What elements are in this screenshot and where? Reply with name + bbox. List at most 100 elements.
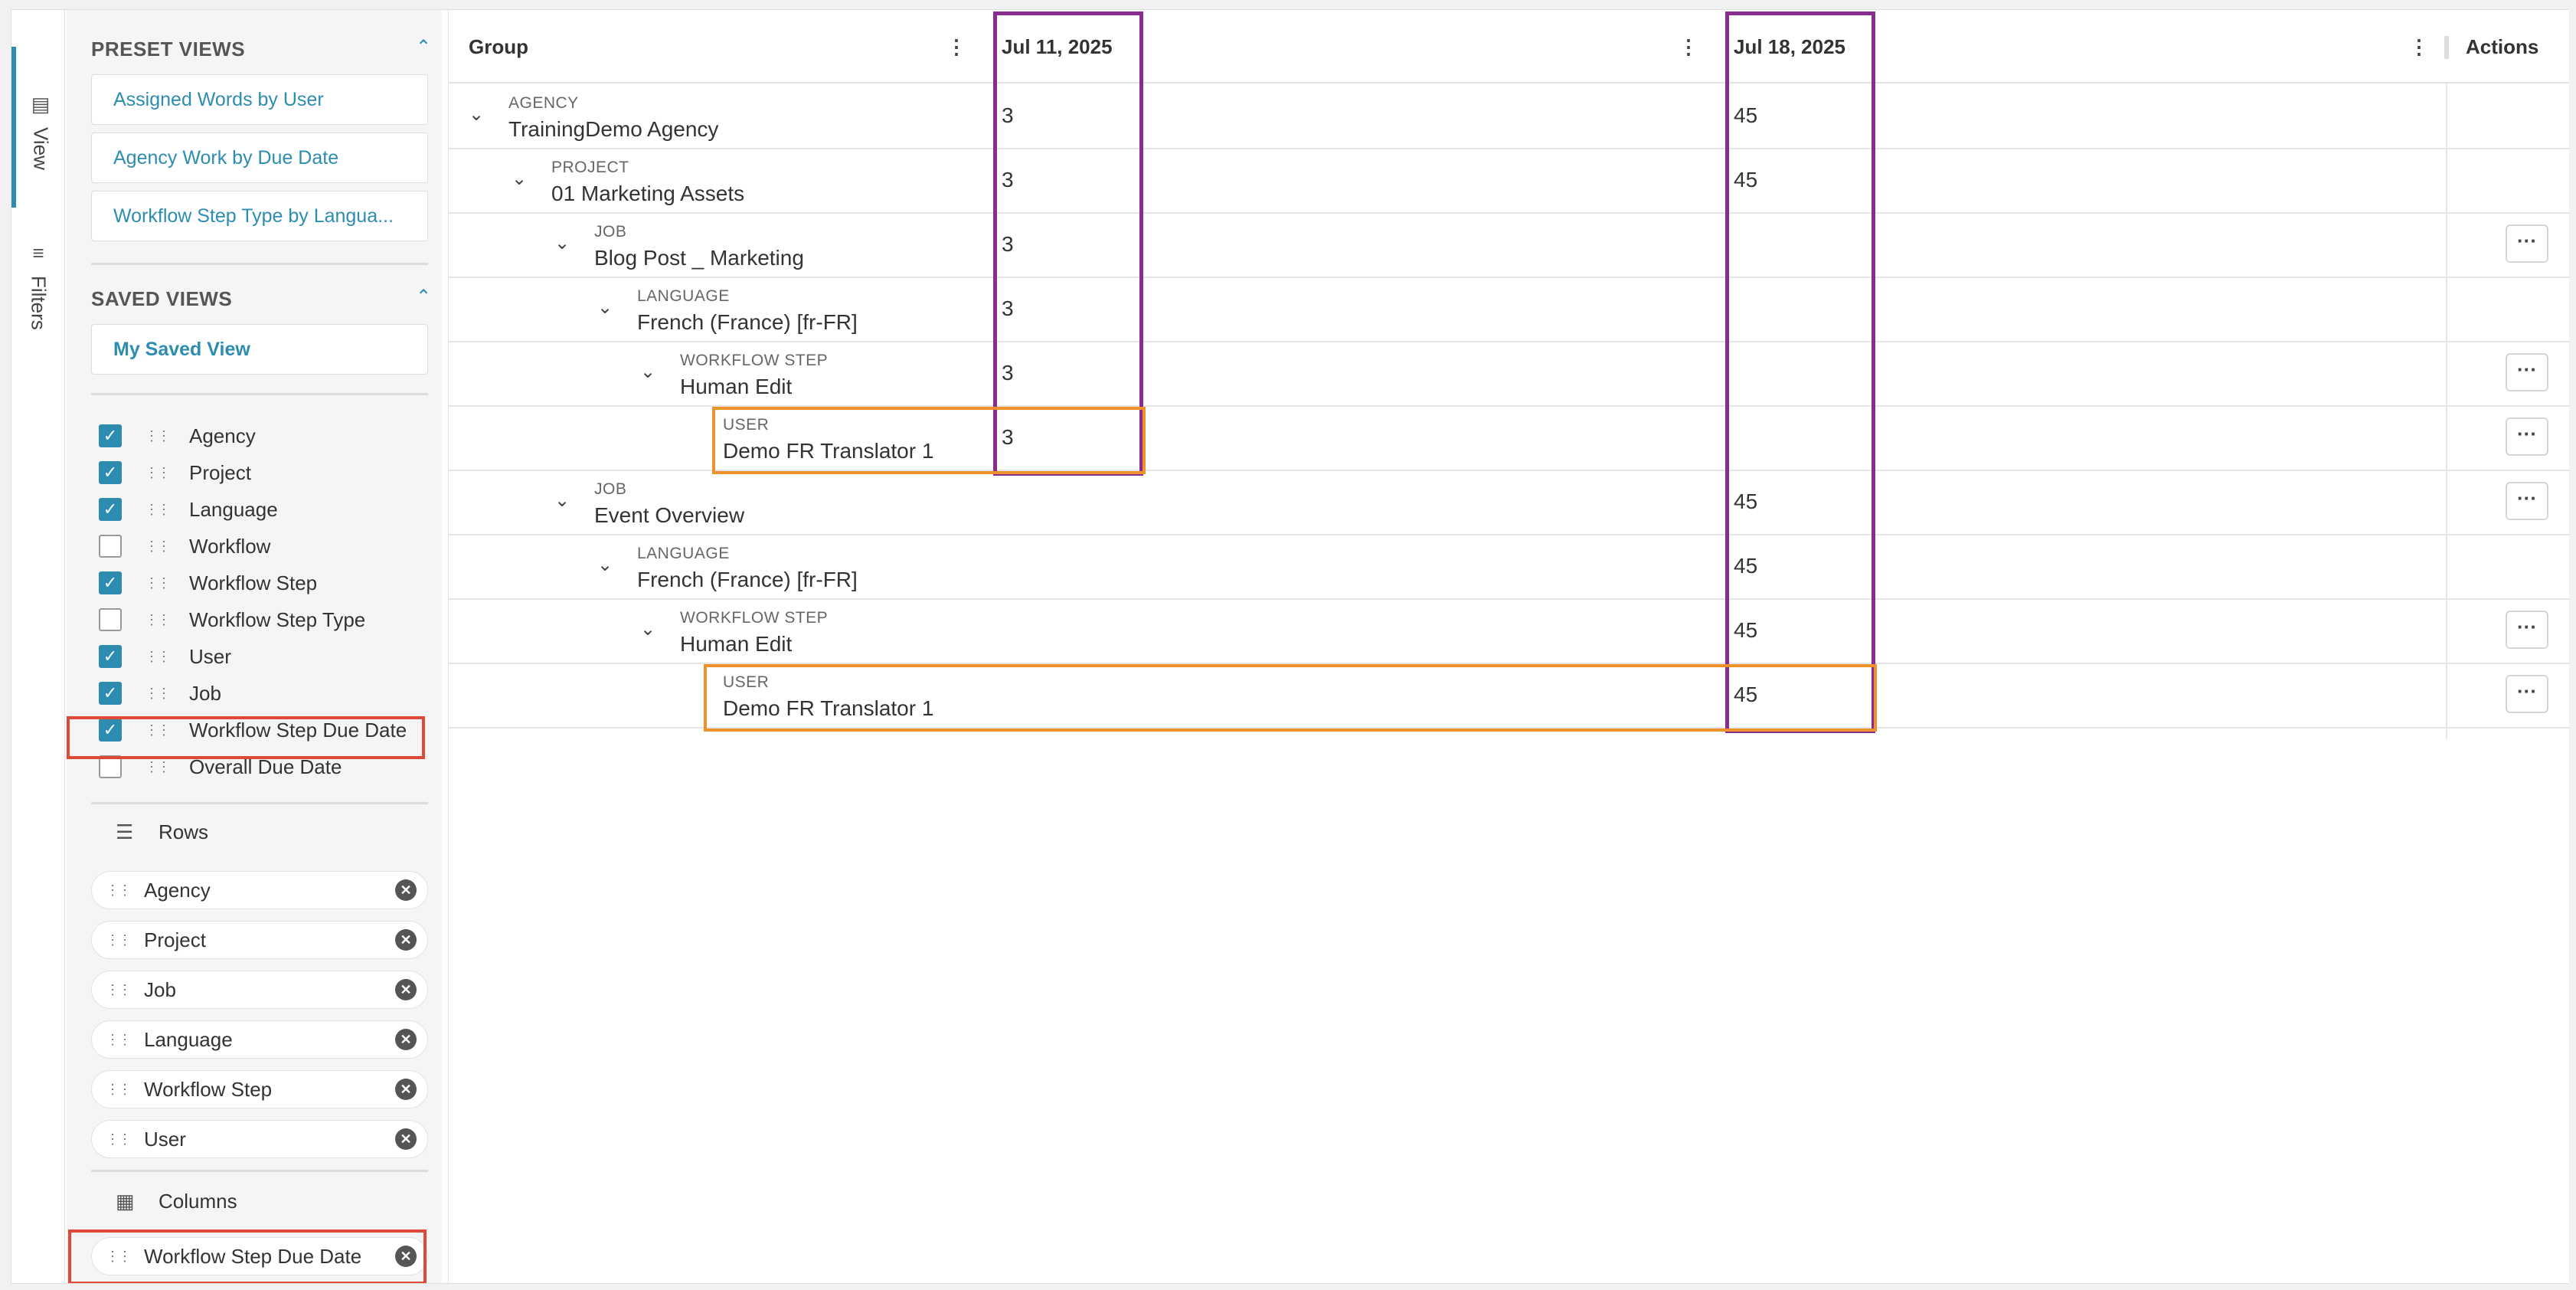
checkbox[interactable]: ✓ <box>99 498 122 521</box>
view-config-panel: PRESET VIEWS ⌃ Assigned Words by User Ag… <box>67 10 442 1283</box>
drag-handle-icon[interactable]: ⋮⋮ <box>145 502 171 518</box>
table-row[interactable]: ⌄ JOB Blog Post _ Marketing 3 ··· <box>449 214 2570 278</box>
row-type-label: AGENCY <box>508 94 579 112</box>
remove-icon[interactable]: ✕ <box>395 929 417 951</box>
preset-view-item[interactable]: Agency Work by Due Date <box>91 133 428 183</box>
table-row[interactable]: ⌄ WORKFLOW STEP Human Edit 45 ··· <box>449 600 2570 664</box>
remove-icon[interactable]: ✕ <box>395 979 417 1000</box>
row-actions-button[interactable]: ··· <box>2506 482 2548 520</box>
row-pill[interactable]: ⋮⋮ Language ✕ <box>91 1020 428 1059</box>
preset-view-item[interactable]: Workflow Step Type by Langua... <box>91 191 428 241</box>
row-pill-label: Agency <box>144 878 211 902</box>
drag-handle-icon[interactable]: ⋮⋮ <box>106 982 139 998</box>
drag-handle-icon[interactable]: ⋮⋮ <box>145 759 171 775</box>
drag-handle-icon[interactable]: ⋮⋮ <box>106 1032 139 1048</box>
row-type-label: WORKFLOW STEP <box>680 352 829 369</box>
row-pill[interactable]: ⋮⋮ Project ✕ <box>91 921 428 959</box>
row-pill-label: User <box>144 1127 186 1151</box>
table-row[interactable]: ⌄ LANGUAGE French (France) [fr-FR] 3 <box>449 278 2570 342</box>
header-group[interactable]: Group <box>469 10 528 83</box>
field-option[interactable]: ⋮⋮ Workflow Step Type <box>99 604 365 635</box>
drag-handle-icon[interactable]: ⋮⋮ <box>106 1082 139 1098</box>
column-menu-icon[interactable]: ⋮ <box>946 10 966 83</box>
pivot-grid: Group ⋮ Jul 11, 2025 ⋮ Jul 18, 2025 ⋮ Ac… <box>448 10 2570 1283</box>
saved-view-item[interactable]: My Saved View <box>91 324 428 375</box>
field-option[interactable]: ⋮⋮ Workflow <box>99 531 270 562</box>
checkbox[interactable]: ✓ <box>99 682 122 705</box>
chevron-up-icon[interactable]: ⌃ <box>416 286 431 308</box>
highlight-box-red <box>67 716 425 759</box>
field-option[interactable]: ✓ ⋮⋮ Language <box>99 494 278 525</box>
side-rail: ▤ View ≡ Filters <box>11 10 65 1283</box>
row-actions-button[interactable]: ··· <box>2506 611 2548 649</box>
remove-icon[interactable]: ✕ <box>395 1079 417 1100</box>
highlight-box-orange <box>712 407 1146 474</box>
row-pill[interactable]: ⋮⋮ User ✕ <box>91 1120 428 1158</box>
checkbox[interactable]: ✓ <box>99 424 122 447</box>
tab-filters[interactable]: ≡ Filters <box>11 232 65 347</box>
chevron-down-icon[interactable]: ⌄ <box>597 554 613 576</box>
table-row[interactable]: ⌄ JOB Event Overview 45 ··· <box>449 471 2570 535</box>
chevron-down-icon[interactable]: ⌄ <box>554 232 570 254</box>
drag-handle-icon[interactable]: ⋮⋮ <box>145 539 171 555</box>
row-actions-button[interactable]: ··· <box>2506 417 2548 456</box>
checkbox[interactable] <box>99 608 122 631</box>
field-option[interactable]: ✓ ⋮⋮ User <box>99 641 231 672</box>
field-option[interactable]: ✓ ⋮⋮ Agency <box>99 421 256 451</box>
field-option[interactable]: ✓ ⋮⋮ Workflow Step <box>99 568 317 598</box>
tab-view[interactable]: ▤ View <box>11 47 65 208</box>
field-option[interactable]: ✓ ⋮⋮ Project <box>99 457 251 488</box>
row-type-label: JOB <box>594 223 627 241</box>
divider <box>91 263 428 265</box>
row-pill[interactable]: ⋮⋮ Workflow Step ✕ <box>91 1070 428 1108</box>
table-row[interactable]: ⌄ LANGUAGE French (France) [fr-FR] 45 <box>449 535 2570 600</box>
chevron-down-icon[interactable]: ⌄ <box>597 296 613 319</box>
drag-handle-icon[interactable]: ⋮⋮ <box>145 428 171 444</box>
chevron-down-icon[interactable]: ⌄ <box>512 168 527 190</box>
drag-handle-icon[interactable]: ⋮⋮ <box>106 932 139 948</box>
table-icon: ▤ <box>31 93 51 116</box>
row-type-label: WORKFLOW STEP <box>680 609 829 627</box>
drag-handle-icon[interactable]: ⋮⋮ <box>145 649 171 665</box>
checkbox[interactable]: ✓ <box>99 645 122 668</box>
table-row[interactable]: ⌄ AGENCY TrainingDemo Agency 3 45 <box>449 85 2570 149</box>
preset-views-title: PRESET VIEWS <box>91 38 246 61</box>
row-actions-button[interactable]: ··· <box>2506 675 2548 713</box>
field-option[interactable]: ✓ ⋮⋮ Job <box>99 678 221 709</box>
columns-section-header: ▦ Columns <box>116 1190 237 1213</box>
highlight-box-purple <box>1725 11 1875 733</box>
chevron-down-icon[interactable]: ⌄ <box>640 361 655 383</box>
drag-handle-icon[interactable]: ⋮⋮ <box>145 612 171 628</box>
preset-view-item[interactable]: Assigned Words by User <box>91 74 428 125</box>
grid-header: Group ⋮ Jul 11, 2025 ⋮ Jul 18, 2025 ⋮ Ac… <box>449 10 2569 83</box>
chevron-down-icon[interactable]: ⌄ <box>469 103 484 126</box>
row-type-label: JOB <box>594 480 627 498</box>
remove-icon[interactable]: ✕ <box>395 1128 417 1150</box>
row-actions-button[interactable]: ··· <box>2506 353 2548 391</box>
divider <box>91 802 428 804</box>
app-window: ▤ View ≡ Filters PRESET VIEWS ⌃ Assigned… <box>11 9 2570 1284</box>
drag-handle-icon[interactable]: ⋮⋮ <box>106 1131 139 1148</box>
checkbox[interactable]: ✓ <box>99 461 122 484</box>
checkbox[interactable]: ✓ <box>99 571 122 594</box>
column-resize-handle[interactable] <box>2444 36 2449 59</box>
chevron-up-icon[interactable]: ⌃ <box>416 36 431 58</box>
checkbox[interactable] <box>99 535 122 558</box>
drag-handle-icon[interactable]: ⋮⋮ <box>145 575 171 591</box>
table-row[interactable]: ⌄ PROJECT 01 Marketing Assets 3 45 <box>449 149 2570 214</box>
row-type-label: LANGUAGE <box>637 545 730 562</box>
row-actions-button[interactable]: ··· <box>2506 224 2548 263</box>
drag-handle-icon[interactable]: ⋮⋮ <box>145 465 171 481</box>
row-pill[interactable]: ⋮⋮ Agency ✕ <box>91 871 428 909</box>
table-row[interactable]: ⌄ WORKFLOW STEP Human Edit 3 ··· <box>449 342 2570 407</box>
drag-handle-icon[interactable]: ⋮⋮ <box>106 882 139 899</box>
column-menu-icon[interactable]: ⋮ <box>2409 10 2429 83</box>
chevron-down-icon[interactable]: ⌄ <box>640 618 655 640</box>
remove-icon[interactable]: ✕ <box>395 879 417 901</box>
row-pill-label: Language <box>144 1027 233 1051</box>
column-menu-icon[interactable]: ⋮ <box>1679 10 1698 83</box>
chevron-down-icon[interactable]: ⌄ <box>554 489 570 512</box>
drag-handle-icon[interactable]: ⋮⋮ <box>145 686 171 702</box>
remove-icon[interactable]: ✕ <box>395 1029 417 1050</box>
row-pill[interactable]: ⋮⋮ Job ✕ <box>91 971 428 1009</box>
